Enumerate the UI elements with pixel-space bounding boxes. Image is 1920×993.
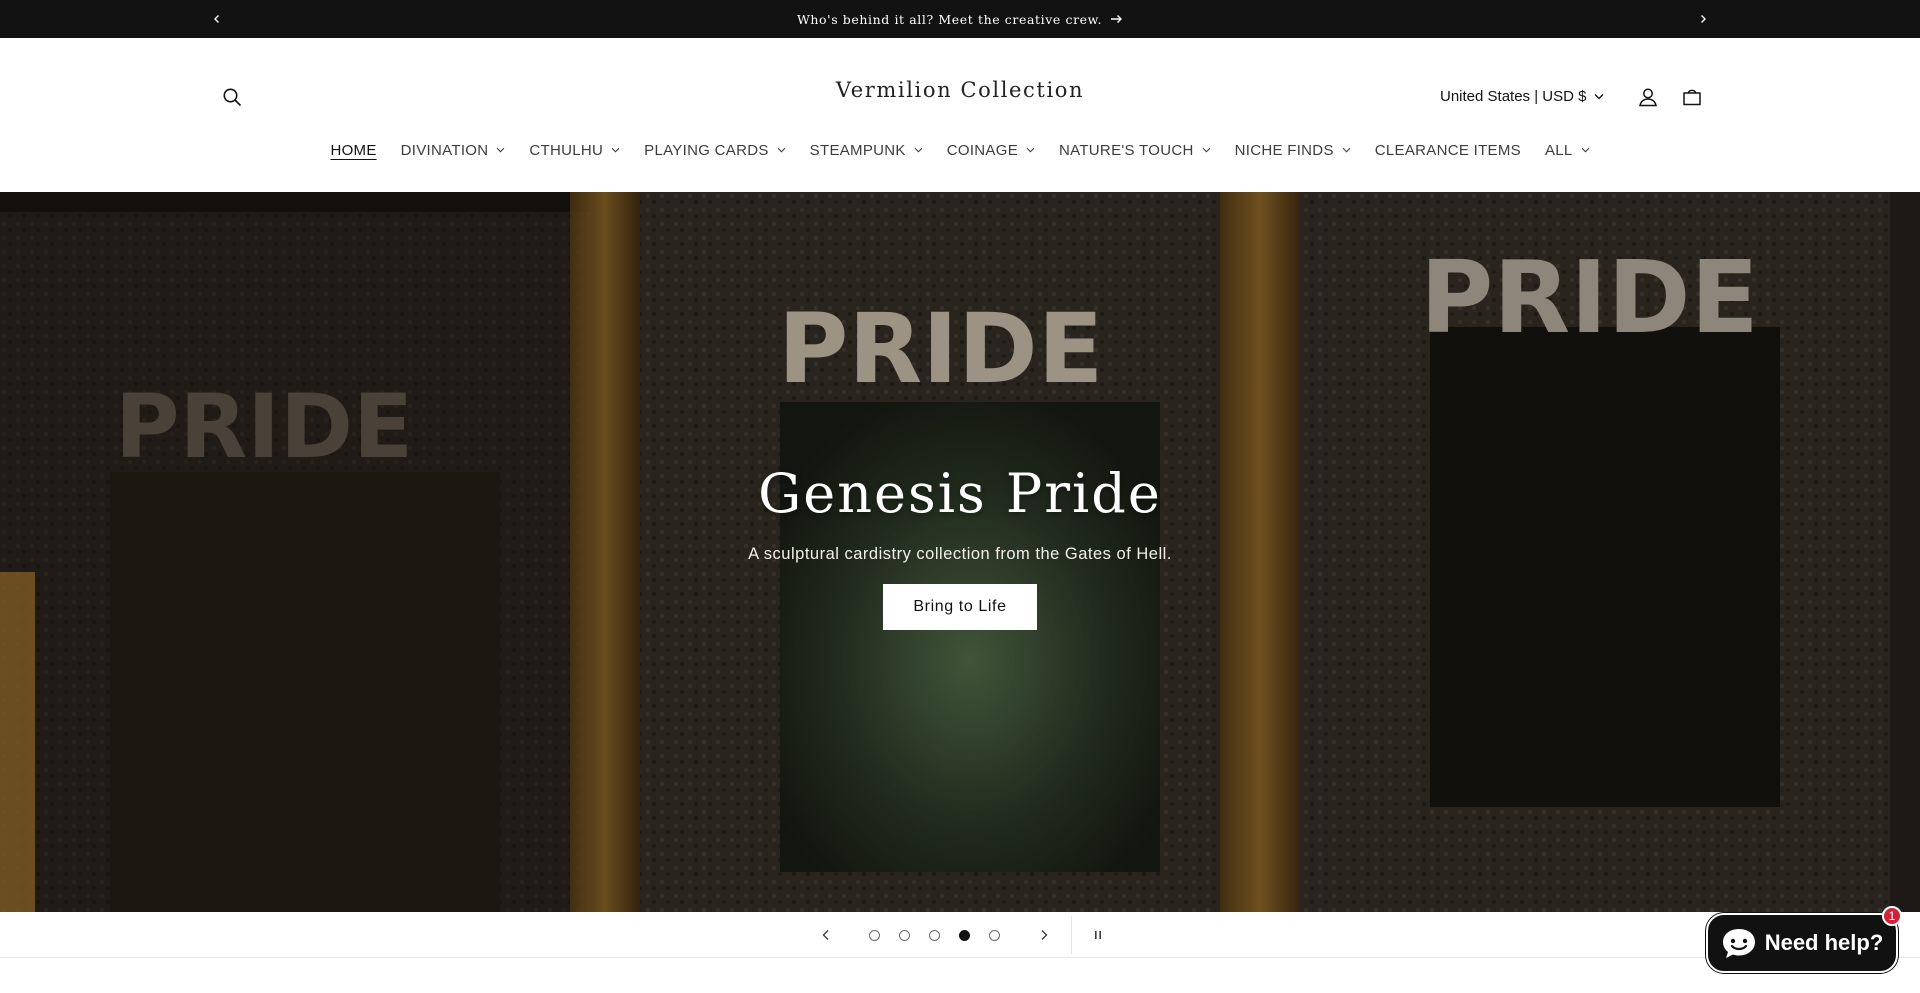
nav-item-home[interactable]: HOME bbox=[318, 138, 388, 162]
chevron-down-icon bbox=[1581, 147, 1589, 153]
pause-icon bbox=[1095, 931, 1101, 939]
cart-button[interactable] bbox=[1676, 81, 1708, 113]
nav-item-all[interactable]: ALL bbox=[1533, 138, 1602, 162]
slideshow-controls bbox=[0, 912, 1920, 958]
chevron-down-icon bbox=[1595, 93, 1604, 99]
nav-item-label: NATURE'S TOUCH bbox=[1059, 141, 1194, 159]
hero-banner: PRIDE PRIDE PRIDE Genesis Pride A sculpt… bbox=[0, 192, 1920, 912]
hero-cta-button[interactable]: Bring to Life bbox=[883, 584, 1037, 630]
hero-title: Genesis Pride bbox=[758, 462, 1162, 525]
image-text-middle: PRIDE bbox=[778, 293, 1103, 405]
nav-item-label: CLEARANCE ITEMS bbox=[1374, 141, 1521, 159]
chat-notification-badge: 1 bbox=[1882, 906, 1902, 926]
chevron-down-icon bbox=[497, 147, 505, 153]
chat-widget-button[interactable]: Need help? bbox=[1706, 913, 1898, 973]
slide-dot-5[interactable] bbox=[989, 930, 1000, 941]
chevron-down-icon bbox=[1342, 147, 1351, 153]
chevron-down-icon bbox=[611, 147, 620, 153]
announcement-text: Who's behind it all? Meet the creative c… bbox=[796, 11, 1103, 27]
image-text-right: PRIDE bbox=[1420, 239, 1759, 356]
logo-link[interactable]: Vermilion Collection bbox=[836, 78, 1084, 102]
nav-item-label: PLAYING CARDS bbox=[644, 141, 769, 159]
arrow-right-icon bbox=[1111, 15, 1123, 23]
nav-item-label: NICHE FINDS bbox=[1234, 141, 1334, 159]
slide-dot-2[interactable] bbox=[899, 930, 910, 941]
nav-item-label: COINAGE bbox=[946, 141, 1019, 159]
slide-prev-button[interactable] bbox=[811, 920, 841, 950]
nav-item-clearance-items[interactable]: CLEARANCE ITEMS bbox=[1363, 138, 1533, 162]
nav-item-coinage[interactable]: COINAGE bbox=[935, 138, 1047, 162]
slide-pause-button[interactable] bbox=[1083, 920, 1113, 950]
nav-item-natures-touch[interactable]: NATURE'S TOUCH bbox=[1047, 138, 1223, 162]
nav-item-label: STEAMPUNK bbox=[809, 141, 906, 159]
chat-bubble-icon bbox=[1722, 929, 1755, 958]
controls-divider bbox=[1071, 916, 1072, 954]
country-selector-label: United States | USD $ bbox=[1440, 87, 1587, 105]
hero-content: Genesis Pride A sculptural cardistry col… bbox=[0, 462, 1920, 630]
account-button[interactable] bbox=[1632, 81, 1664, 113]
nav-item-playing-cards[interactable]: PLAYING CARDS bbox=[632, 138, 798, 162]
slide-dot-1[interactable] bbox=[869, 930, 880, 941]
chevron-down-icon bbox=[1202, 147, 1210, 153]
announcement-bar: Who's behind it all? Meet the creative c… bbox=[0, 0, 1920, 38]
chevron-right-icon bbox=[1041, 930, 1048, 940]
chat-label: Need help? bbox=[1764, 930, 1884, 955]
chevron-down-icon bbox=[1026, 147, 1035, 153]
nav-item-label: DIVINATION bbox=[400, 141, 489, 159]
cart-icon bbox=[1683, 89, 1701, 106]
slide-dot-3[interactable] bbox=[929, 930, 940, 941]
nav-item-steampunk[interactable]: STEAMPUNK bbox=[798, 138, 935, 162]
chevron-right-icon bbox=[1701, 15, 1706, 23]
announcement-next-button[interactable] bbox=[1684, 0, 1722, 38]
nav-item-label: CTHULHU bbox=[529, 141, 604, 159]
nav-item-divination[interactable]: DIVINATION bbox=[389, 138, 518, 162]
main-navigation: HOME DIVINATION CTHULHU PLAYING CARDS ST… bbox=[0, 138, 1920, 162]
site-header: Vermilion Collection United States | USD… bbox=[0, 38, 1920, 192]
announcement-message: Who's behind it all? Meet the creative c… bbox=[0, 0, 1920, 38]
country-selector[interactable]: United States | USD $ bbox=[1440, 84, 1604, 108]
hero-subtitle: A sculptural cardistry collection from t… bbox=[748, 545, 1172, 563]
nav-item-niche-finds[interactable]: NICHE FINDS bbox=[1223, 138, 1363, 162]
nav-item-cthulhu[interactable]: CTHULHU bbox=[517, 138, 632, 162]
account-icon bbox=[1639, 88, 1657, 107]
announcement-link[interactable]: Who's behind it all? Meet the creative c… bbox=[797, 12, 1123, 27]
chevron-down-icon bbox=[777, 147, 785, 153]
nav-item-label: ALL bbox=[1544, 141, 1573, 159]
slide-next-button[interactable] bbox=[1029, 920, 1059, 950]
slide-dot-4[interactable] bbox=[959, 930, 970, 941]
nav-item-label: HOME bbox=[330, 141, 377, 159]
chevron-left-icon bbox=[822, 930, 829, 940]
chevron-down-icon bbox=[914, 147, 923, 153]
